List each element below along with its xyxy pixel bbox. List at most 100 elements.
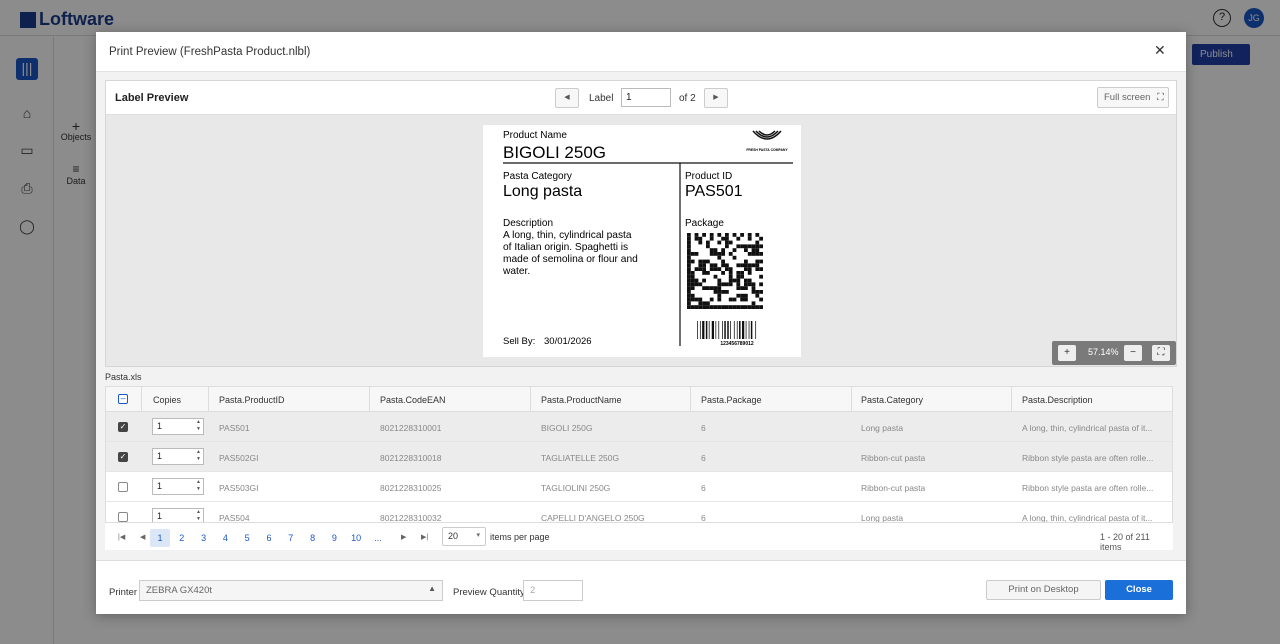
page-link[interactable]: 10 [346, 529, 366, 547]
dialog-header: Print Preview (FreshPasta Product.nlbl) … [96, 32, 1186, 72]
col-codeean[interactable]: Pasta.CodeEAN [380, 395, 446, 405]
cell-description: A long, thin, cylindrical pasta of it... [1022, 423, 1153, 433]
cell-name: BIGOLI 250G [541, 423, 593, 433]
page-link[interactable]: ... [368, 529, 388, 547]
cell-name: TAGLIATELLE 250G [541, 453, 620, 463]
prev-label-button[interactable]: ◀ [555, 88, 579, 108]
printer-select[interactable]: ZEBRA GX420t ▲ [139, 580, 443, 601]
items-per-page-select[interactable]: 20 ▾ [442, 527, 486, 546]
printer-value: ZEBRA GX420t [146, 585, 213, 596]
cell-id: PAS503GI [219, 483, 259, 493]
page-link[interactable]: 7 [281, 529, 301, 547]
preview-header: Label Preview [115, 92, 189, 104]
zoom-in-button[interactable]: + [1058, 345, 1076, 361]
page-link[interactable]: 4 [215, 529, 235, 547]
product-name-caption: Product Name [503, 130, 567, 141]
col-copies[interactable]: Copies [153, 395, 181, 405]
pagination: |◀ ◀ 1 2 3 4 5 6 7 8 9 10... ▶ ▶| 20 ▾ items per p… [105, 522, 1173, 552]
col-productname[interactable]: Pasta.ProductName [541, 395, 622, 405]
dialog-title: Print Preview (FreshPasta Product.nlbl) [109, 46, 311, 58]
page-link[interactable]: 5 [237, 529, 257, 547]
cell-id: PAS501 [219, 423, 250, 433]
row-checkbox[interactable]: ✓ [118, 422, 128, 432]
cell-category: Ribbon-cut pasta [861, 453, 926, 463]
cell-id: PAS502GI [219, 453, 259, 463]
product-id-caption: Product ID [685, 171, 732, 182]
cell-description: Ribbon style pasta are often rolle... [1022, 483, 1154, 493]
copies-stepper[interactable]: 1 ▲ ▼ [152, 448, 204, 465]
first-page-icon[interactable]: |◀ [118, 529, 125, 547]
close-icon[interactable]: ✕ [1154, 42, 1166, 59]
table-row[interactable]: ✓ 1 ▲ ▼ PAS501 8021228310001 BIGOLI 250G 6 Long … [106, 412, 1172, 442]
items-per-page-value: 20 [448, 531, 459, 541]
grid-header: – Copies Pasta.ProductID Pasta.CodeEAN P… [106, 387, 1172, 412]
stepper-arrows-icon[interactable]: ▲ ▼ [196, 449, 201, 463]
col-description[interactable]: Pasta.Description [1022, 395, 1093, 405]
barcode-text: 123456789012 [720, 341, 754, 347]
stepper-arrows-icon[interactable]: ▲ ▼ [196, 419, 201, 433]
cell-description: Ribbon style pasta are often rolle... [1022, 453, 1154, 463]
close-button[interactable]: Close [1105, 580, 1173, 600]
brand-logo: FRESH PASTA COMPANY [746, 130, 788, 152]
next-page-icon[interactable]: ▶ [401, 529, 406, 547]
label-preview-panel: Label Preview ◀ Label 1 of 2 ▶ Full scre… [105, 80, 1177, 367]
select-all-checkbox[interactable]: – [118, 394, 128, 404]
cell-ean: 8021228310018 [380, 453, 442, 463]
chevron-down-icon: ▾ [476, 532, 480, 539]
fit-icon[interactable]: ⛶ [1152, 345, 1170, 361]
datamatrix-code [687, 233, 763, 309]
stepper-arrows-icon[interactable]: ▲ ▼ [196, 479, 201, 493]
next-label-button[interactable]: ▶ [704, 88, 728, 108]
page-link[interactable]: 9 [324, 529, 344, 547]
page-link[interactable]: 3 [194, 529, 214, 547]
col-category[interactable]: Pasta.Category [861, 395, 923, 405]
cell-package: 6 [701, 423, 706, 433]
fullscreen-label: Full screen [1104, 92, 1151, 103]
row-checkbox[interactable] [118, 482, 128, 492]
label-image: Product Name BIGOLI 250G FRESH PASTA COM… [483, 125, 801, 357]
items-total: 1 - 20 of 211 items [1100, 532, 1150, 552]
last-page-icon[interactable]: ▶| [421, 529, 428, 547]
dialog-footer: Printer ZEBRA GX420t ▲ Preview Quantity 2… [96, 560, 1186, 614]
items-per-page-label: items per page [490, 532, 550, 542]
brand-text: FRESH PASTA COMPANY [746, 148, 788, 152]
print-desktop-button[interactable]: Print on Desktop [986, 580, 1101, 600]
row-checkbox[interactable] [118, 512, 128, 522]
print-preview-dialog: Print Preview (FreshPasta Product.nlbl) … [96, 32, 1186, 614]
page-link[interactable]: 2 [172, 529, 192, 547]
zoom-out-button[interactable]: − [1124, 345, 1142, 361]
description-caption: Description [503, 218, 553, 229]
category-value: Long pasta [503, 183, 582, 200]
label-svg: Product Name BIGOLI 250G FRESH PASTA COM… [502, 130, 793, 347]
cell-name: TAGLIOLINI 250G [541, 483, 611, 493]
table-row[interactable]: 1 ▲ ▼ PAS503GI 8021228310025 TAGLIOLINI 250G 6… [106, 472, 1172, 502]
page-link[interactable]: 6 [259, 529, 279, 547]
col-productid[interactable]: Pasta.ProductID [219, 395, 285, 405]
cell-category: Ribbon-cut pasta [861, 483, 926, 493]
description-value: A long, thin, cylindrical pasta of Italia… [502, 230, 638, 277]
cell-ean: 8021228310025 [380, 483, 442, 493]
stepper-arrows-icon[interactable]: ▲ ▼ [196, 509, 201, 523]
page-link[interactable]: 8 [303, 529, 323, 547]
expand-icon: ⛶ [1157, 92, 1164, 103]
sell-by-value: 30/01/2026 [544, 336, 592, 347]
zoom-controls: + 57.14% − ⛶ [1052, 341, 1176, 365]
page-link[interactable]: 1 [150, 529, 170, 547]
product-name: BIGOLI 250G [503, 143, 606, 162]
copies-stepper[interactable]: 1 ▲ ▼ [152, 478, 204, 495]
preview-qty-input[interactable]: 2 [523, 580, 583, 601]
copies-stepper[interactable]: 1 ▲ ▼ [152, 418, 204, 435]
cell-ean: 8021228310001 [380, 423, 442, 433]
package-caption: Package [685, 218, 724, 229]
printer-label: Printer [109, 587, 137, 598]
cell-package: 6 [701, 453, 706, 463]
label-word: Label [589, 93, 614, 104]
preview-toolbar: Label Preview ◀ Label 1 of 2 ▶ Full scre… [106, 81, 1176, 115]
row-checkbox[interactable]: ✓ [118, 452, 128, 462]
table-row[interactable]: ✓ 1 ▲ ▼ PAS502GI 8021228310018 TAGLIATELLE 250… [106, 442, 1172, 472]
label-count: of 2 [679, 93, 696, 104]
fullscreen-button[interactable]: Full screen ⛶ [1097, 87, 1169, 108]
label-number-input[interactable]: 1 [621, 88, 671, 107]
prev-page-icon[interactable]: ◀ [140, 529, 145, 547]
col-package[interactable]: Pasta.Package [701, 395, 762, 405]
